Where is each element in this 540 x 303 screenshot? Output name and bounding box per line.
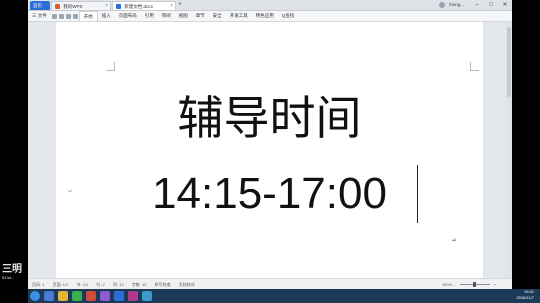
document-title-line[interactable]: 辅导时间 [56,90,483,146]
watermark-sub: 813d... [2,275,15,280]
status-line: 行: 2 [96,282,105,287]
status-column: 列: 12 [113,282,124,287]
scrollbar-thumb[interactable] [507,27,511,97]
system-tray-clock[interactable]: 19:41 2016/11/7 [517,289,535,303]
menu-developer[interactable]: 开发工具 [226,13,252,19]
tab-my-wps-label: 我的WPS [63,4,83,9]
close-tab-icon[interactable]: × [105,2,108,11]
user-name: Xiong... [448,2,464,7]
status-bar: 页码: 1 页面: 1/1 节: 1/1 行: 2 列: 12 字数: 15 拼… [28,278,512,289]
screen: 首页 我的WPS × 新建文档.docx × + Xiong... – □ ✕ [0,0,540,303]
minimize-button[interactable]: – [470,0,484,10]
file-menu[interactable]: 三 文件 [28,13,51,19]
menu-view[interactable]: 视图 [175,13,192,19]
menu-references[interactable]: 引用 [141,13,158,19]
zoom-slider-handle[interactable] [472,282,476,288]
windows-taskbar: 19:41 2016/11/7 [28,289,540,303]
taskbar-app-icon[interactable] [100,291,110,301]
page-corner-mark [470,62,479,71]
document-icon [116,4,121,10]
menu-review[interactable]: 审阅 [158,13,175,19]
window-controls: – □ ✕ [470,0,512,10]
taskbar-apps [44,291,156,301]
title-tab-bar: 首页 我的WPS × 新建文档.docx × + Xiong... – □ ✕ [28,0,512,11]
start-button[interactable] [30,291,40,301]
taskbar-wps-icon[interactable] [114,291,124,301]
paragraph-mark-icon: ↵ [452,238,458,244]
close-window-button[interactable]: ✕ [498,0,512,10]
tab-document-label: 新建文档.docx [124,4,154,9]
menu-start[interactable]: 开始 [78,11,98,21]
taskbar-app-icon[interactable] [142,291,152,301]
close-tab-icon[interactable]: × [170,2,173,11]
watermark-logo: 三明 813d... [2,264,22,281]
status-page-number: 页码: 1 [32,282,45,287]
maximize-button[interactable]: □ [484,0,498,10]
taskbar-app-icon[interactable] [44,291,54,301]
taskbar-folder-icon[interactable] [58,291,68,301]
undo-icon[interactable] [65,13,71,19]
redo-icon[interactable] [72,13,78,19]
menu-page-layout[interactable]: 页面布局 [115,13,141,19]
spell-check-button[interactable]: 拼写检查 [155,282,171,287]
document-time-line[interactable]: 14:15-17:00 [56,166,483,222]
tab-my-wps[interactable]: 我的WPS × [51,1,111,10]
zoom-control: 100% – + [442,279,496,289]
status-page-count: 页面: 1/1 [52,282,69,287]
user-account[interactable]: Xiong... [439,1,464,9]
menu-section[interactable]: 章节 [192,13,209,19]
status-word-count[interactable]: 字数: 15 [132,282,147,287]
taskbar-app-icon[interactable] [72,291,82,301]
clock-date: 2016/11/7 [516,295,535,300]
menu-insert[interactable]: 插入 [98,13,115,19]
tab-document[interactable]: 新建文档.docx × [112,1,176,10]
zoom-level[interactable]: 100% [442,282,452,287]
taskbar-app-icon[interactable] [128,291,138,301]
taskbar-app-icon[interactable] [86,291,96,301]
avatar [439,1,446,8]
wps-writer-window: 首页 我的WPS × 新建文档.docx × + Xiong... – □ ✕ [28,0,512,289]
menu-bar: 三 文件 开始 插入 页面布局 引用 审阅 视图 章节 安全 开发工具 特色应用… [28,11,512,22]
menu-special-apps[interactable]: 特色应用 [252,13,278,19]
proofread-button[interactable]: 文档校对 [179,282,195,287]
zoom-out-button[interactable]: – [453,282,455,287]
print-icon[interactable] [58,13,64,19]
zoom-in-button[interactable]: + [494,282,496,287]
text-cursor [417,165,418,223]
vertical-scrollbar[interactable] [506,22,512,278]
watermark-main: 三明 [2,264,22,275]
page-corner-mark [106,62,115,71]
save-icon[interactable] [51,13,57,19]
new-tab-button[interactable]: + [178,1,182,9]
status-section: 节: 1/1 [76,282,89,287]
document-area: ↵ 辅导时间 14:15-17:00 ↵ [28,22,512,278]
document-page[interactable]: ↵ 辅导时间 14:15-17:00 ↵ [56,22,483,278]
tab-home[interactable]: 首页 [30,1,50,10]
zoom-slider[interactable] [459,282,490,288]
wps-logo-icon [55,4,60,10]
menu-security[interactable]: 安全 [209,13,226,19]
search-button[interactable]: Q查找 [278,13,299,19]
